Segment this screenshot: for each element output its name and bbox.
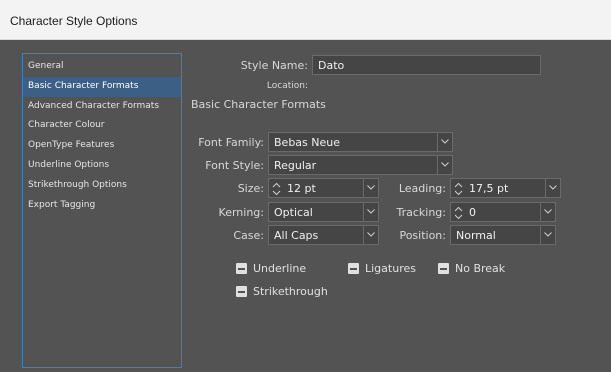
- font-style-dropdown[interactable]: Regular: [268, 155, 453, 175]
- sidebar-item-advanced-character-formats[interactable]: Advanced Character Formats: [23, 97, 181, 117]
- location-label: Location:: [266, 81, 308, 91]
- checkbox-indeterminate-icon[interactable]: [348, 263, 359, 274]
- chevron-down-icon[interactable]: [363, 203, 378, 221]
- checkbox-indeterminate-icon[interactable]: [236, 286, 247, 297]
- case-dropdown[interactable]: All Caps: [268, 225, 379, 245]
- chevron-down-icon[interactable]: [437, 156, 452, 174]
- dialog-body: General Basic Character Formats Advanced…: [0, 40, 611, 372]
- kerning-combo[interactable]: Optical: [268, 202, 379, 222]
- strikethrough-label: Strikethrough: [253, 285, 328, 298]
- case-value: All Caps: [274, 229, 319, 242]
- size-value: 12 pt: [287, 182, 316, 195]
- font-family-label: Font Family:: [198, 136, 264, 149]
- case-label: Case:: [233, 229, 264, 242]
- style-name-value: Dato: [318, 59, 345, 72]
- chevron-down-icon[interactable]: [437, 133, 452, 151]
- sidebar-item-strikethrough-options[interactable]: Strikethrough Options: [23, 176, 181, 196]
- size-label: Size:: [237, 182, 264, 195]
- stepper-icon[interactable]: [272, 181, 281, 200]
- chevron-down-icon[interactable]: [540, 226, 555, 244]
- tracking-label: Tracking:: [396, 206, 447, 219]
- leading-label: Leading:: [398, 182, 446, 195]
- tracking-value: 0: [469, 206, 476, 219]
- sidebar-item-character-colour[interactable]: Character Colour: [23, 116, 181, 136]
- title-bar: Character Style Options: [0, 0, 611, 40]
- sidebar-item-export-tagging[interactable]: Export Tagging: [23, 196, 181, 216]
- style-name-input[interactable]: Dato: [312, 55, 541, 75]
- size-combo[interactable]: 12 pt: [268, 178, 379, 198]
- window-title: Character Style Options: [10, 14, 138, 28]
- no-break-label: No Break: [455, 262, 506, 275]
- sidebar-item-general[interactable]: General: [23, 57, 181, 77]
- leading-value: 17,5 pt: [469, 182, 509, 195]
- sidebar-item-underline-options[interactable]: Underline Options: [23, 156, 181, 176]
- ligatures-label: Ligatures: [365, 262, 416, 275]
- strikethrough-checkbox[interactable]: Strikethrough: [236, 285, 336, 299]
- no-break-checkbox[interactable]: No Break: [438, 262, 518, 276]
- font-family-dropdown[interactable]: Bebas Neue: [268, 132, 453, 152]
- chevron-down-icon[interactable]: [363, 179, 378, 197]
- kerning-value: Optical: [274, 206, 313, 219]
- checkbox-indeterminate-icon[interactable]: [236, 263, 247, 274]
- underline-checkbox[interactable]: Underline: [236, 262, 316, 276]
- position-label: Position:: [399, 229, 446, 242]
- section-title: Basic Character Formats: [191, 98, 326, 111]
- stepper-icon[interactable]: [454, 205, 463, 224]
- underline-label: Underline: [253, 262, 307, 275]
- sidebar-item-basic-character-formats[interactable]: Basic Character Formats: [23, 76, 181, 97]
- checkbox-indeterminate-icon[interactable]: [438, 263, 449, 274]
- kerning-label: Kerning:: [218, 206, 264, 219]
- ligatures-checkbox[interactable]: Ligatures: [348, 262, 423, 276]
- style-name-label: Style Name:: [240, 59, 308, 72]
- chevron-down-icon[interactable]: [540, 203, 555, 221]
- category-list[interactable]: General Basic Character Formats Advanced…: [22, 53, 182, 368]
- sidebar-item-opentype-features[interactable]: OpenType Features: [23, 136, 181, 156]
- chevron-down-icon[interactable]: [545, 179, 560, 197]
- font-family-value: Bebas Neue: [274, 136, 340, 149]
- font-style-value: Regular: [274, 159, 317, 172]
- stepper-icon[interactable]: [454, 181, 463, 200]
- position-dropdown[interactable]: Normal: [450, 225, 556, 245]
- leading-combo[interactable]: 17,5 pt: [450, 178, 561, 198]
- chevron-down-icon[interactable]: [363, 226, 378, 244]
- position-value: Normal: [456, 229, 496, 242]
- tracking-combo[interactable]: 0: [450, 202, 556, 222]
- font-style-label: Font Style:: [205, 159, 264, 172]
